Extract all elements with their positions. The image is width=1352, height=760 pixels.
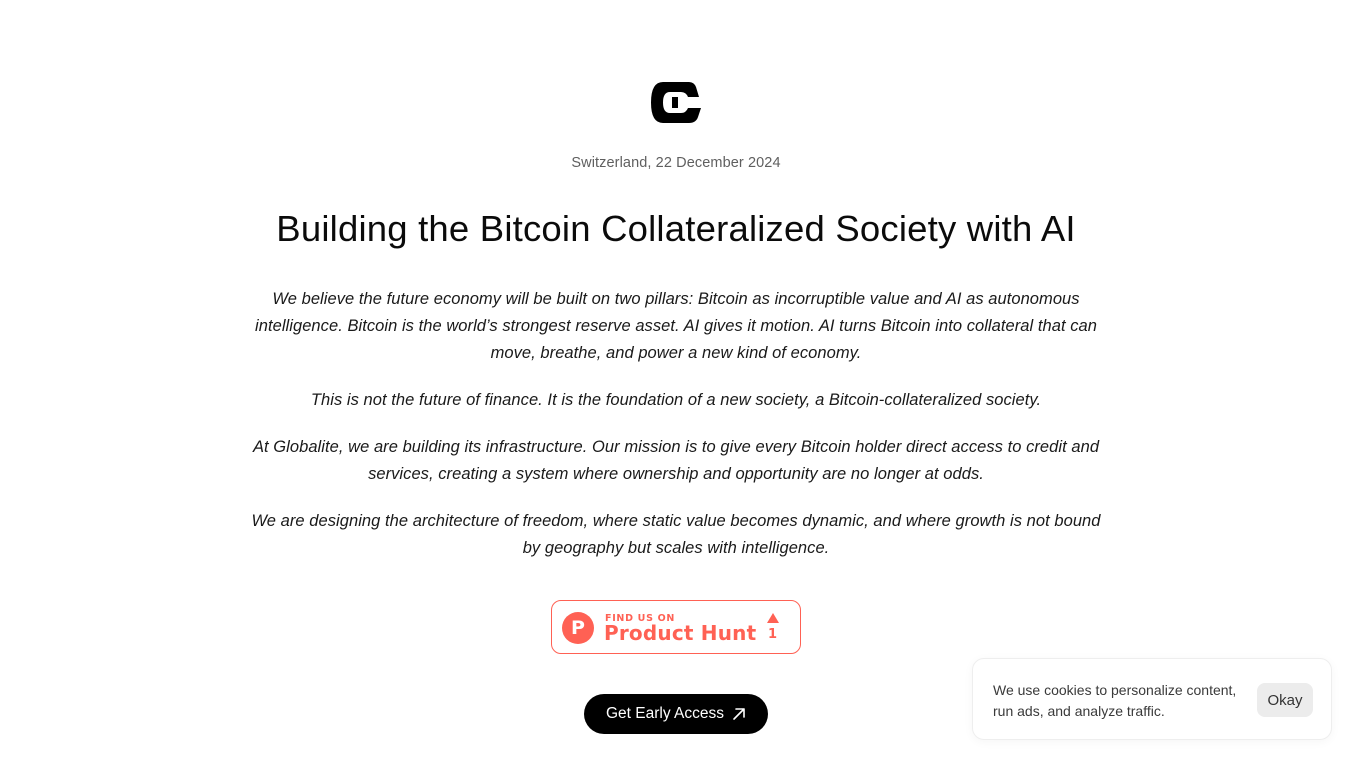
get-early-access-button[interactable]: Get Early Access [584, 694, 768, 734]
product-hunt-badge[interactable]: P FIND US ON Product Hunt 1 [551, 600, 801, 654]
paragraph-3: At Globalite, we are building its infras… [252, 438, 1100, 483]
paragraph-1: We believe the future economy will be bu… [255, 290, 1097, 362]
dateline: Switzerland, 22 December 2024 [571, 155, 781, 171]
globalite-logo-icon [651, 82, 702, 123]
paragraph-2: This is not the future of finance. It is… [310, 391, 1042, 409]
page-title: Building the Bitcoin Collateralized Soci… [276, 208, 1076, 249]
upvote-count: 1 [768, 627, 778, 642]
okay-button[interactable]: Okay [1257, 683, 1313, 717]
paragraph-4: We are designing the architecture of fre… [251, 512, 1101, 557]
cookie-message: We use cookies to personalize content, r… [993, 682, 1237, 719]
product-hunt-logo-icon: P [562, 612, 594, 644]
arrow-up-right-icon [732, 707, 746, 721]
manifesto-body: We believe the future economy will be bu… [250, 286, 1102, 582]
product-hunt-name: Product Hunt [604, 621, 757, 645]
cta-label: Get Early Access [605, 705, 724, 722]
upvote-arrow-icon [767, 613, 779, 623]
cookie-banner: We use cookies to personalize content, r… [972, 658, 1332, 740]
